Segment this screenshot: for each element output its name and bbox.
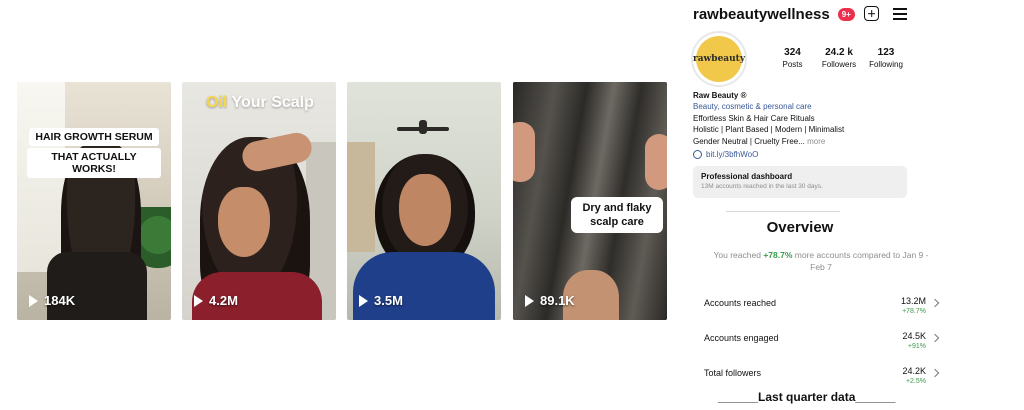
stat-label: Following [869, 60, 903, 69]
metric-value: 13.2M [900, 296, 926, 306]
metric-change: +78.7% [902, 308, 926, 315]
reel-thumbnail-4[interactable]: Dry and flaky scalp care 89.1K [513, 82, 667, 320]
hamburger-menu-icon[interactable] [893, 8, 907, 20]
reach-summary: You reached +78.7% more accounts compare… [708, 249, 934, 273]
avatar[interactable]: rawbeauty [691, 31, 747, 87]
stat-followers[interactable]: 24.2 k Followers [814, 47, 864, 69]
bio-line: Holistic | Plant Based | Modern | Minima… [693, 125, 845, 135]
profile-stats: 324 Posts 24.2 k Followers 123 Following [771, 47, 908, 69]
create-post-icon[interactable] [864, 6, 879, 21]
chevron-right-icon [930, 298, 940, 308]
overview-title: Overview [766, 219, 834, 236]
metric-label: Total followers [704, 368, 762, 378]
view-count: 184K [29, 293, 75, 308]
reel-title-highlight: Oil [206, 94, 228, 111]
reach-percent: +78.7% [763, 250, 793, 260]
view-count: 3.5M [359, 293, 403, 308]
play-icon [194, 294, 203, 307]
reel-title-rest: Your Scalp [227, 94, 314, 111]
profile-link[interactable]: bit.ly/3bfhWoO [693, 150, 758, 159]
notification-badge[interactable]: 9+ [837, 8, 855, 21]
stat-label: Posts [782, 60, 803, 69]
metric-total-followers[interactable]: Total followers 24.2K +2.5% [704, 366, 940, 392]
view-count-value: 184K [44, 293, 76, 308]
reach-suffix: more accounts compared to Jan 9 - Feb 7 [792, 250, 929, 272]
stat-label: Followers [821, 60, 857, 69]
profile-category[interactable]: Beauty, cosmetic & personal care [693, 101, 883, 112]
metric-label: Accounts reached [704, 298, 777, 308]
caption-line: THAT ACTUALLY WORKS! [27, 148, 161, 178]
bio-line: Gender Neutral | Cruelty Free... [693, 136, 805, 146]
metric-change: +2.5% [905, 378, 926, 385]
play-icon [29, 294, 38, 307]
divider [726, 211, 840, 212]
caption-line: HAIR GROWTH SERUM [29, 128, 159, 146]
play-icon [525, 294, 534, 307]
metric-label: Accounts engaged [704, 333, 779, 343]
chevron-right-icon [930, 368, 940, 378]
profile-name: Raw Beauty ® [693, 91, 747, 100]
metric-accounts-engaged[interactable]: Accounts engaged 24.5K +91% [704, 331, 940, 357]
view-count: 4.2M [194, 293, 238, 308]
reel-image [17, 82, 171, 320]
reel-thumbnail-2[interactable]: Oil Your Scalp 4.2M [182, 82, 336, 320]
dashboard-title: Professional dashboard [701, 172, 793, 181]
reel-caption: HAIR GROWTH SERUM THAT ACTUALLY WORKS! [27, 127, 161, 179]
view-count-value: 89.1K [540, 293, 575, 308]
brand-logo: rawbeauty [692, 36, 746, 82]
view-count: 89.1K [525, 293, 575, 308]
metric-change: +91% [907, 343, 926, 350]
stat-following[interactable]: 123 Following [864, 47, 908, 69]
bio-line: Effortless Skin & Hair Care Rituals [693, 113, 815, 123]
dashboard-subtitle: 13M accounts reached in the last 30 days… [701, 183, 823, 190]
reel-title: Oil Your Scalp [206, 94, 314, 112]
metric-accounts-reached[interactable]: Accounts reached 13.2M +78.7% [704, 296, 940, 322]
play-icon [359, 294, 368, 307]
view-count-value: 4.2M [209, 293, 238, 308]
reel-thumbnail-3[interactable]: 3.5M [347, 82, 501, 320]
metric-value: 24.5K [902, 331, 926, 341]
chevron-right-icon [930, 333, 940, 343]
stat-posts[interactable]: 324 Posts [771, 47, 814, 69]
link-text[interactable]: bit.ly/3bfhWoO [706, 150, 758, 159]
footer-note: ______Last quarter data______ [718, 390, 896, 404]
view-count-value: 3.5M [374, 293, 403, 308]
username[interactable]: rawbeautywellness [693, 6, 830, 23]
reach-prefix: You reached [713, 250, 764, 260]
reel-image [182, 82, 336, 320]
reel-thumbnail-1[interactable]: HAIR GROWTH SERUM THAT ACTUALLY WORKS! 1… [17, 82, 171, 320]
stat-value: 123 [877, 47, 895, 58]
professional-dashboard[interactable]: Professional dashboard 13M accounts reac… [693, 166, 907, 198]
more-link[interactable]: more [805, 137, 825, 146]
logo-text: rawbeauty [692, 53, 746, 64]
stat-value: 324 [784, 47, 801, 58]
link-icon [693, 150, 702, 159]
profile-bio: Raw Beauty ® Beauty, cosmetic & personal… [693, 90, 883, 147]
metric-value: 24.2K [902, 366, 926, 376]
reel-image [347, 82, 501, 320]
profile-header: rawbeautywellness 9+ [693, 6, 855, 23]
stat-value: 24.2 k [825, 47, 853, 58]
reel-caption: Dry and flaky scalp care [571, 197, 663, 233]
